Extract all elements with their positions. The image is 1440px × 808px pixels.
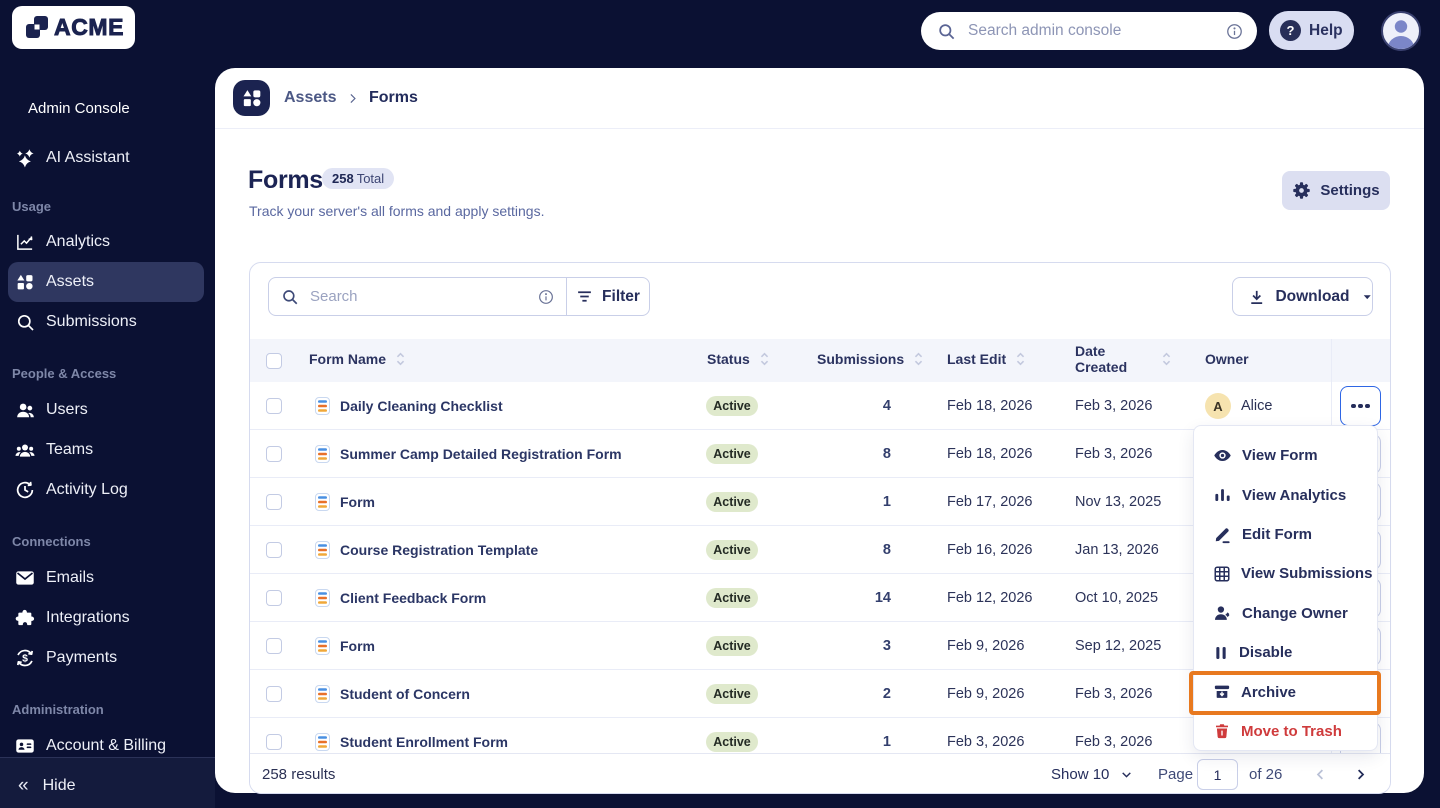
svg-text:$: $ bbox=[22, 654, 28, 665]
